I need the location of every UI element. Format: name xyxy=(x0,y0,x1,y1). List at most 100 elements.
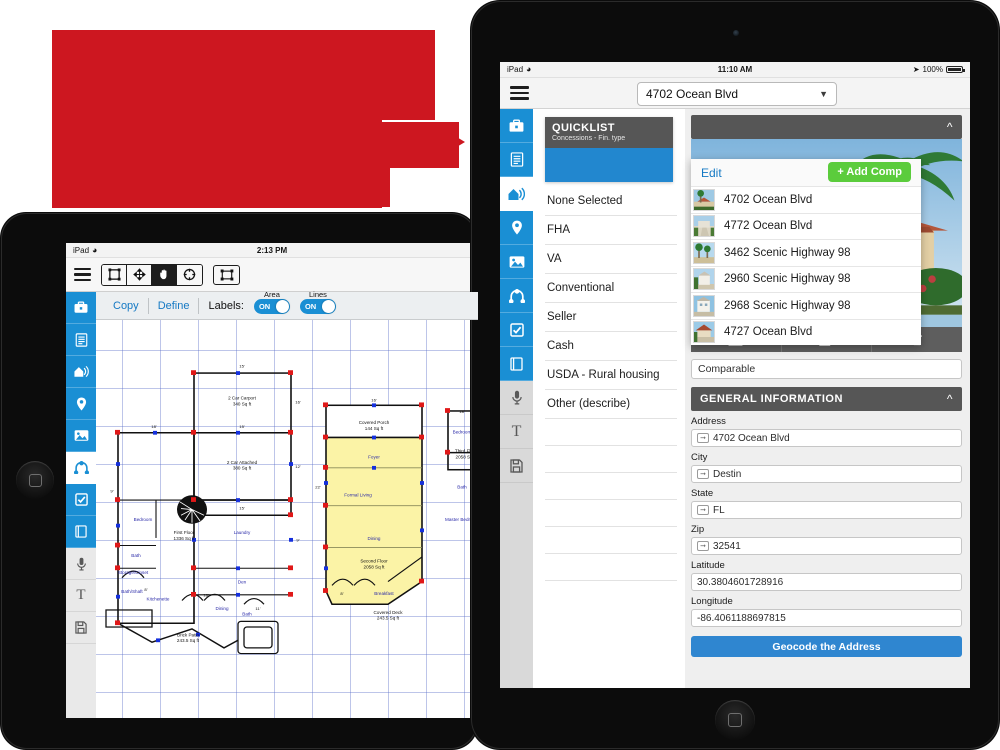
svg-text:Bath: Bath xyxy=(242,612,252,617)
dropdown-item[interactable]: 4702 Ocean Blvd xyxy=(691,186,921,213)
address-select[interactable]: 4702 Ocean Blvd ▼ xyxy=(637,82,837,106)
sidebar-item-house-signal[interactable] xyxy=(500,177,533,211)
sidebar-item-text[interactable]: T xyxy=(500,415,533,449)
quicklist-option-empty[interactable] xyxy=(545,527,677,554)
sketch-grid-wrapper[interactable]: Bedroom Bath Storage/Closet Bath/Shaft K… xyxy=(96,320,478,718)
home-button-left[interactable] xyxy=(16,461,54,499)
sidebar-item-briefcase[interactable] xyxy=(66,292,96,324)
home-button-right[interactable] xyxy=(715,700,755,740)
quicklist-option[interactable]: USDA - Rural housing xyxy=(545,361,677,390)
quicklist-option-empty[interactable] xyxy=(545,473,677,500)
import-icon[interactable]: ➞ xyxy=(697,541,709,551)
sidebar-item-notes[interactable] xyxy=(66,516,96,548)
sidebar-item-voice[interactable] xyxy=(500,381,533,415)
left-sidebar-rail[interactable]: T xyxy=(66,292,96,718)
latitude-label: Latitude xyxy=(691,560,725,571)
sidebar-item-save[interactable] xyxy=(500,449,533,483)
target-tool-icon[interactable] xyxy=(177,264,202,285)
svg-text:2 Car Carport: 2 Car Carport xyxy=(228,396,257,401)
svg-text:Bedroom: Bedroom xyxy=(134,517,153,522)
copy-button[interactable]: Copy xyxy=(104,300,148,312)
import-icon[interactable]: ➞ xyxy=(697,469,709,479)
quicklist-options[interactable]: None Selected FHA VA Conventional Seller… xyxy=(545,187,677,581)
sidebar-item-save[interactable] xyxy=(66,612,96,644)
redaction-block-1 xyxy=(52,30,435,120)
hamburger-icon[interactable] xyxy=(74,267,91,282)
zip-field[interactable]: ➞ 32541 xyxy=(691,537,962,555)
sidebar-item-location[interactable] xyxy=(500,211,533,245)
photo-panel-header[interactable]: ^ xyxy=(691,115,962,139)
geocode-address-button[interactable]: Geocode the Address xyxy=(691,636,962,657)
quicklist-option[interactable]: FHA xyxy=(545,216,677,245)
quicklist-option[interactable]: Seller xyxy=(545,303,677,332)
quicklist-option[interactable]: Other (describe) xyxy=(545,390,677,419)
import-icon[interactable]: ➞ xyxy=(697,433,709,443)
quicklist-option[interactable]: VA xyxy=(545,245,677,274)
quicklist-option[interactable]: Conventional xyxy=(545,274,677,303)
lines-toggle-group[interactable]: Lines ON xyxy=(299,291,336,314)
dropdown-item[interactable]: 3462 Scenic Highway 98 xyxy=(691,239,921,266)
area-toggle-group[interactable]: Area ON xyxy=(253,290,290,314)
sidebar-item-sketch[interactable] xyxy=(66,452,96,484)
quicklist-card: QUICKLIST Concessions - Fin. type xyxy=(545,117,673,182)
dropdown-item[interactable]: 4772 Ocean Blvd xyxy=(691,212,921,240)
quicklist-option-empty[interactable] xyxy=(545,554,677,581)
comparable-field[interactable]: Comparable xyxy=(691,359,962,379)
svg-text:Bath: Bath xyxy=(457,485,467,490)
sidebar-item-house-signal[interactable] xyxy=(66,356,96,388)
define-button[interactable]: Define xyxy=(149,300,199,312)
sketch-tool-group[interactable] xyxy=(101,263,203,286)
city-field[interactable]: ➞ Destin xyxy=(691,465,962,483)
hamburger-icon-right[interactable] xyxy=(510,86,529,100)
dropdown-item[interactable]: 4727 Ocean Blvd xyxy=(691,318,921,346)
quicklist-option[interactable]: Cash xyxy=(545,332,677,361)
address-dropdown[interactable]: Edit + Add Comp 4702 Ocean Blvd 4772 Oce… xyxy=(691,159,921,345)
area-toggle-caption: Area xyxy=(264,290,280,299)
quicklist-option-empty[interactable] xyxy=(545,446,677,473)
status-clock-right: 11:10 AM xyxy=(717,65,753,74)
quicklist-option-empty[interactable] xyxy=(545,419,677,446)
quicklist-option-empty[interactable] xyxy=(545,500,677,527)
area-toggle[interactable]: ON xyxy=(253,299,290,314)
lines-toggle[interactable]: ON xyxy=(299,299,336,314)
svg-text:First Floor: First Floor xyxy=(174,530,195,535)
latitude-field[interactable]: 30.3804601728916 xyxy=(691,573,962,591)
general-information-header[interactable]: GENERAL INFORMATION ^ xyxy=(691,387,962,411)
sidebar-item-sketch[interactable] xyxy=(500,279,533,313)
sidebar-item-location[interactable] xyxy=(66,388,96,420)
sidebar-item-text[interactable]: T xyxy=(66,580,96,612)
state-field[interactable]: ➞ FL xyxy=(691,501,962,519)
dropdown-item[interactable]: 2960 Scenic Highway 98 xyxy=(691,265,921,293)
sidebar-item-forms[interactable] xyxy=(66,324,96,356)
quicklist-selected-bar[interactable] xyxy=(545,148,673,182)
pan-hand-tool-icon[interactable] xyxy=(152,264,177,285)
redaction-block-4 xyxy=(370,165,390,207)
sidebar-item-checklist[interactable] xyxy=(66,484,96,516)
quicklist-option[interactable]: None Selected xyxy=(545,187,677,216)
move-tool-icon[interactable] xyxy=(127,264,152,285)
right-sidebar-rail[interactable]: T xyxy=(500,109,533,688)
address-field[interactable]: ➞ 4702 Ocean Blvd xyxy=(691,429,962,447)
import-icon[interactable]: ➞ xyxy=(697,505,709,515)
svg-text:16': 16' xyxy=(371,398,377,403)
chevron-up-icon[interactable]: ^ xyxy=(947,120,953,134)
longitude-value: -86.4061188697815 xyxy=(697,612,786,624)
dropdown-item-label: 3462 Scenic Highway 98 xyxy=(724,246,851,259)
chevron-up-icon[interactable]: ^ xyxy=(947,392,953,406)
select-tool-icon[interactable] xyxy=(102,264,127,285)
floorplan-drawing[interactable]: Bedroom Bath Storage/Closet Bath/Shaft K… xyxy=(96,320,478,718)
state-value: FL xyxy=(713,504,725,516)
sidebar-item-photos[interactable] xyxy=(66,420,96,452)
sidebar-item-briefcase[interactable] xyxy=(500,109,533,143)
area-tool-icon[interactable] xyxy=(213,264,240,285)
two-story-thumb xyxy=(693,294,715,317)
sidebar-item-photos[interactable] xyxy=(500,245,533,279)
sidebar-item-checklist[interactable] xyxy=(500,313,533,347)
sidebar-item-voice[interactable] xyxy=(66,548,96,580)
edit-button[interactable]: Edit xyxy=(701,166,722,180)
longitude-field[interactable]: -86.4061188697815 xyxy=(691,609,962,627)
dropdown-item[interactable]: 2968 Scenic Highway 98 xyxy=(691,292,921,319)
add-comp-button[interactable]: + Add Comp xyxy=(828,161,911,182)
sidebar-item-forms[interactable] xyxy=(500,143,533,177)
sidebar-item-notes[interactable] xyxy=(500,347,533,381)
